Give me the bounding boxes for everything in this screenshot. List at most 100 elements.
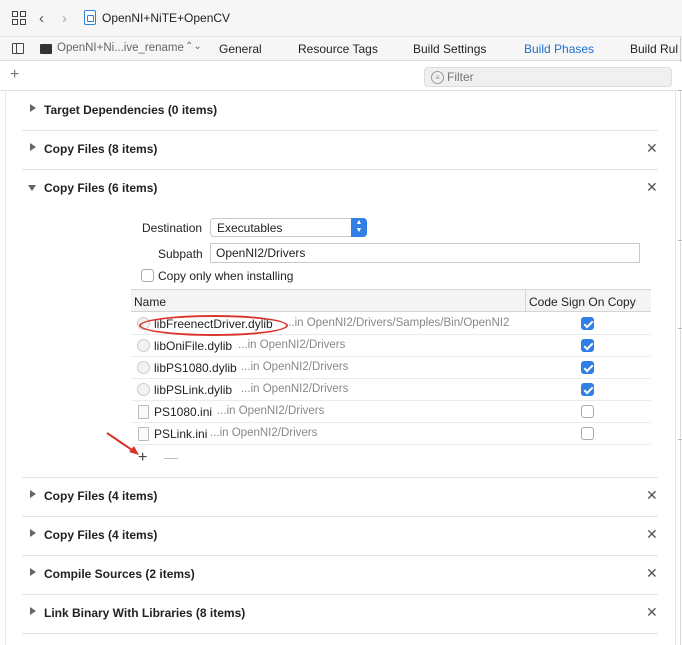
window-title[interactable]: OpenNI+NiTE+OpenCV (102, 11, 230, 25)
tab-general[interactable]: General (219, 42, 262, 56)
phase-header[interactable]: Copy Files (6 items) ✕ (22, 179, 658, 199)
destination-popup[interactable]: Executables ▲ ▼ (210, 218, 367, 237)
library-file-icon (137, 339, 150, 352)
updown-chevron-icon: ▲ ▼ (351, 218, 367, 237)
divider (675, 91, 676, 645)
destination-value: Executables (217, 221, 283, 235)
phase-title: Copy Files (8 items) (44, 142, 158, 156)
remove-file-button[interactable]: — (164, 449, 178, 465)
highlight-annotation (139, 315, 288, 336)
library-file-icon (137, 383, 150, 396)
codesign-checkbox[interactable] (581, 383, 594, 396)
updown-chevron-icon[interactable]: ⌃⌄ (185, 41, 202, 52)
disclosure-triangle-icon[interactable] (30, 104, 36, 112)
filter-input[interactable] (447, 69, 662, 85)
divider (678, 90, 682, 91)
close-icon[interactable]: ✕ (646, 179, 658, 196)
divider (678, 328, 682, 329)
phase-header[interactable]: Copy Files (4 items) ✕ (22, 526, 658, 546)
codesign-checkbox[interactable] (581, 339, 594, 352)
phase-header[interactable]: Link Binary With Libraries (8 items) ✕ (22, 604, 658, 624)
file-name: libPS1080.dylib (154, 361, 237, 375)
phase-header[interactable]: Copy Files (8 items) ✕ (22, 140, 658, 160)
column-header-codesign[interactable]: Code Sign On Copy (529, 295, 636, 309)
divider (5, 91, 6, 645)
disclosure-triangle-icon[interactable] (28, 185, 36, 191)
separator (22, 130, 658, 131)
tab-build-settings[interactable]: Build Settings (413, 42, 486, 56)
tab-bar: OpenNI+Ni...ive_rename ⌃⌄ General Resour… (0, 36, 682, 62)
title-bar: ‹ › OpenNI+NiTE+OpenCV (0, 0, 682, 36)
phase-title: Link Binary With Libraries (8 items) (44, 606, 246, 620)
codesign-checkbox[interactable] (581, 427, 594, 440)
file-path: ...in OpenNI2/Drivers/Samples/Bin/OpenNI… (285, 317, 510, 329)
close-icon[interactable]: ✕ (646, 565, 658, 582)
filter-bar: + ≡ (0, 62, 682, 91)
table-row[interactable]: PSLink.ini ...in OpenNI2/Drivers (131, 423, 651, 445)
separator (22, 169, 658, 170)
chevron-left-icon[interactable]: ‹ (39, 10, 44, 27)
separator (22, 633, 658, 634)
column-divider (525, 290, 526, 311)
phase-title: Target Dependencies (0 items) (44, 103, 218, 117)
file-name: libPSLink.dylib (154, 383, 233, 397)
file-path: ...in OpenNI2/Drivers (210, 427, 318, 439)
phase-header[interactable]: Copy Files (4 items) ✕ (22, 487, 658, 507)
disclosure-triangle-icon[interactable] (30, 490, 36, 498)
separator (22, 594, 658, 595)
close-icon[interactable]: ✕ (646, 487, 658, 504)
file-path: ...in OpenNI2/Drivers (241, 383, 349, 395)
separator (22, 516, 658, 517)
filter-field[interactable]: ≡ (424, 67, 672, 87)
codesign-checkbox[interactable] (581, 361, 594, 374)
divider (678, 240, 682, 241)
copy-only-checkbox[interactable] (141, 269, 154, 282)
add-file-button[interactable]: + (138, 449, 147, 467)
table-row[interactable]: libPS1080.dylib ...in OpenNI2/Drivers (131, 357, 651, 379)
table-row[interactable]: libPSLink.dylib ...in OpenNI2/Drivers (131, 379, 651, 401)
add-phase-button[interactable]: + (10, 66, 19, 84)
tab-build-rules[interactable]: Build Rul (630, 42, 678, 56)
sidebar-toggle-icon[interactable] (12, 43, 24, 54)
project-file-icon (84, 10, 96, 25)
disclosure-triangle-icon[interactable] (30, 143, 36, 151)
codesign-checkbox[interactable] (581, 405, 594, 418)
file-name: PS1080.ini (154, 405, 213, 419)
column-header-name[interactable]: Name (134, 295, 166, 309)
phase-title: Compile Sources (2 items) (44, 567, 195, 581)
close-icon[interactable]: ✕ (646, 604, 658, 621)
table-row[interactable]: PS1080.ini ...in OpenNI2/Drivers (131, 401, 651, 423)
target-icon (40, 44, 52, 54)
close-icon[interactable]: ✕ (646, 526, 658, 543)
file-path: ...in OpenNI2/Drivers (217, 405, 325, 417)
phase-title: Copy Files (4 items) (44, 489, 158, 503)
close-icon[interactable]: ✕ (646, 140, 658, 157)
destination-label: Destination (142, 221, 203, 235)
file-path: ...in OpenNI2/Drivers (241, 361, 349, 373)
tab-resource-tags[interactable]: Resource Tags (298, 42, 378, 56)
tab-build-phases[interactable]: Build Phases (524, 42, 594, 56)
library-file-icon (137, 361, 150, 374)
file-name: PSLink.ini (154, 427, 208, 441)
separator (22, 477, 658, 478)
disclosure-triangle-icon[interactable] (30, 607, 36, 615)
chevron-right-icon[interactable]: › (62, 10, 67, 27)
subpath-field[interactable] (210, 243, 640, 263)
disclosure-triangle-icon[interactable] (30, 529, 36, 537)
filter-icon: ≡ (431, 71, 444, 84)
copy-only-label: Copy only when installing (158, 269, 294, 283)
grid-icon[interactable] (12, 11, 26, 25)
table-row[interactable]: libOniFile.dylib ...in OpenNI2/Drivers (131, 335, 651, 357)
target-selector[interactable]: OpenNI+Ni...ive_rename (57, 42, 184, 54)
divider (680, 91, 681, 645)
phase-header[interactable]: Target Dependencies (0 items) (22, 101, 658, 121)
codesign-checkbox[interactable] (581, 317, 594, 330)
disclosure-triangle-icon[interactable] (30, 568, 36, 576)
file-name: libOniFile.dylib (154, 339, 233, 353)
file-path: ...in OpenNI2/Drivers (238, 339, 346, 351)
divider (678, 439, 682, 440)
phase-title: Copy Files (4 items) (44, 528, 158, 542)
separator (22, 555, 658, 556)
phase-header[interactable]: Compile Sources (2 items) ✕ (22, 565, 658, 585)
table-header: Name Code Sign On Copy (131, 289, 651, 312)
